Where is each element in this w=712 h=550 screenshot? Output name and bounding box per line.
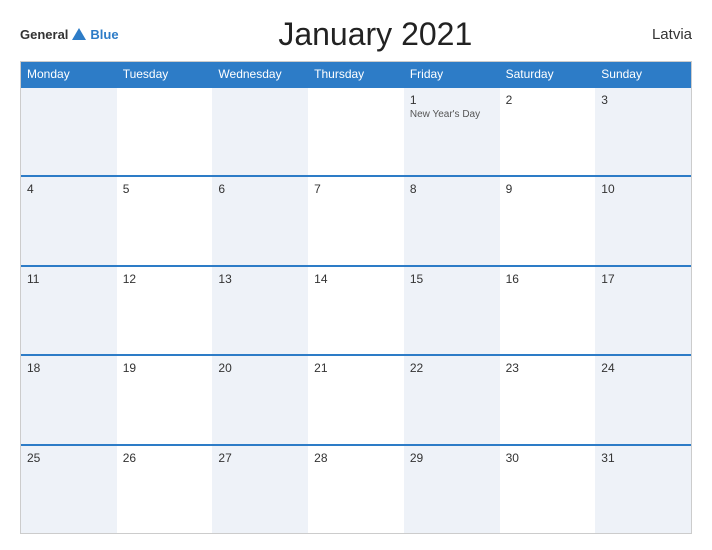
- day-cell-29: 29: [404, 446, 500, 533]
- header-friday: Friday: [404, 62, 500, 86]
- day-cell-2: 2: [500, 88, 596, 175]
- day-cell-5: 5: [117, 177, 213, 264]
- day-cell-7: 7: [308, 177, 404, 264]
- day-cell-20: 20: [212, 356, 308, 443]
- day-cell-31: 31: [595, 446, 691, 533]
- day-cell-18: 18: [21, 356, 117, 443]
- day-cell-11: 11: [21, 267, 117, 354]
- logo: General Blue: [20, 26, 119, 44]
- day-cell-6: 6: [212, 177, 308, 264]
- calendar-body: 1 New Year's Day 2 3 4 5 6 7 8 9 10 11 1…: [21, 86, 691, 533]
- week-5: 25 26 27 28 29 30 31: [21, 444, 691, 533]
- day-cell-16: 16: [500, 267, 596, 354]
- day-cell-25: 25: [21, 446, 117, 533]
- week-1: 1 New Year's Day 2 3: [21, 86, 691, 175]
- logo-blue: Blue: [90, 27, 118, 42]
- header-monday: Monday: [21, 62, 117, 86]
- day-cell-22: 22: [404, 356, 500, 443]
- week-3: 11 12 13 14 15 16 17: [21, 265, 691, 354]
- day-cell-1: 1 New Year's Day: [404, 88, 500, 175]
- day-cell-28: 28: [308, 446, 404, 533]
- country-label: Latvia: [632, 26, 692, 43]
- day-cell-19: 19: [117, 356, 213, 443]
- day-cell-24: 24: [595, 356, 691, 443]
- header-thursday: Thursday: [308, 62, 404, 86]
- day-cell-14: 14: [308, 267, 404, 354]
- calendar-grid: Monday Tuesday Wednesday Thursday Friday…: [20, 61, 692, 534]
- logo-triangle-icon: [72, 28, 86, 40]
- header-wednesday: Wednesday: [212, 62, 308, 86]
- day-cell-10: 10: [595, 177, 691, 264]
- week-2: 4 5 6 7 8 9 10: [21, 175, 691, 264]
- page-title: January 2021: [119, 16, 632, 53]
- day-cell-3: 3: [595, 88, 691, 175]
- page-header: General Blue January 2021 Latvia: [20, 16, 692, 53]
- day-cell-13: 13: [212, 267, 308, 354]
- logo-general: General: [20, 27, 68, 42]
- calendar-header-row: Monday Tuesday Wednesday Thursday Friday…: [21, 62, 691, 86]
- calendar-page: General Blue January 2021 Latvia Monday …: [0, 0, 712, 550]
- header-saturday: Saturday: [500, 62, 596, 86]
- day-cell: [212, 88, 308, 175]
- day-cell-9: 9: [500, 177, 596, 264]
- day-cell-15: 15: [404, 267, 500, 354]
- day-cell-4: 4: [21, 177, 117, 264]
- day-cell-17: 17: [595, 267, 691, 354]
- day-cell: [117, 88, 213, 175]
- day-cell-30: 30: [500, 446, 596, 533]
- day-cell-21: 21: [308, 356, 404, 443]
- day-cell: [21, 88, 117, 175]
- day-cell-12: 12: [117, 267, 213, 354]
- day-cell-27: 27: [212, 446, 308, 533]
- week-4: 18 19 20 21 22 23 24: [21, 354, 691, 443]
- day-cell: [308, 88, 404, 175]
- day-cell-26: 26: [117, 446, 213, 533]
- day-cell-23: 23: [500, 356, 596, 443]
- header-sunday: Sunday: [595, 62, 691, 86]
- day-cell-8: 8: [404, 177, 500, 264]
- header-tuesday: Tuesday: [117, 62, 213, 86]
